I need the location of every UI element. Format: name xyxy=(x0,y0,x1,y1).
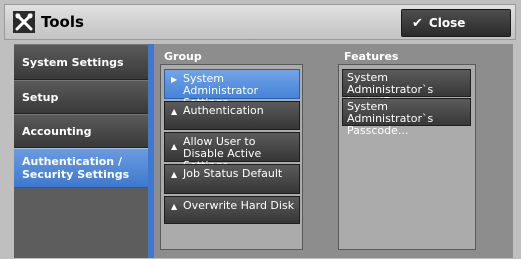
features-heading: Features xyxy=(344,50,399,63)
sidebar-item-accounting[interactable]: Accounting xyxy=(14,114,148,148)
page-title: Tools xyxy=(41,13,84,31)
sidebar-item-label: Accounting xyxy=(22,124,92,138)
group-item-overwrite-hard-disk[interactable]: ▲ Overwrite Hard Disk xyxy=(164,196,300,224)
sidebar-item-setup[interactable]: Setup xyxy=(14,80,148,114)
feature-item-login-id[interactable]: System Administrator`s Login ID... xyxy=(342,69,471,108)
up-triangle-icon: ▲ xyxy=(171,107,178,116)
group-item-label: Job Status Default xyxy=(183,167,283,180)
title-bar: Tools ✔ Close xyxy=(4,4,516,40)
close-button[interactable]: ✔ Close xyxy=(401,9,511,37)
sidebar-item-label: Setup xyxy=(22,90,59,104)
sidebar-item-system-settings[interactable]: System Settings xyxy=(14,44,148,80)
group-list: ▶ System Administrator Settings ▲ Authen… xyxy=(160,64,303,250)
group-item-allow-user-disable-active-settings[interactable]: ▲ Allow User to Disable Active Settings.… xyxy=(164,132,300,172)
tools-frame: System Settings Setup Accounting Authent… xyxy=(14,44,513,258)
group-item-job-status-default[interactable]: ▲ Job Status Default xyxy=(164,164,300,194)
group-item-system-administrator-settings[interactable]: ▶ System Administrator Settings xyxy=(164,69,300,109)
up-triangle-icon: ▲ xyxy=(171,142,178,151)
sidebar-item-label: System Settings xyxy=(22,55,124,69)
checkmark-icon: ✔ xyxy=(412,15,423,31)
group-item-authentication[interactable]: ▲ Authentication xyxy=(164,101,300,130)
sidebar-item-authentication-security[interactable]: Authentication / Security Settings xyxy=(14,148,148,188)
group-item-label: Overwrite Hard Disk xyxy=(183,199,295,212)
category-sidebar: System Settings Setup Accounting Authent… xyxy=(14,44,148,258)
feature-item-passcode[interactable]: System Administrator`s Passcode... xyxy=(342,98,471,137)
group-item-label: Authentication xyxy=(183,104,264,117)
settings-content: Group ▶ System Administrator Settings ▲ … xyxy=(154,44,513,258)
sidebar-item-label: Authentication / Security Settings xyxy=(22,155,130,181)
up-triangle-icon: ▲ xyxy=(171,202,178,211)
group-heading: Group xyxy=(164,50,202,63)
right-triangle-icon: ▶ xyxy=(171,75,178,84)
features-list: System Administrator`s Login ID... Syste… xyxy=(338,64,476,250)
close-button-label: Close xyxy=(428,16,466,30)
feature-item-label: System Administrator`s Passcode... xyxy=(347,100,434,137)
up-triangle-icon: ▲ xyxy=(171,170,178,179)
tools-icon xyxy=(13,11,35,33)
